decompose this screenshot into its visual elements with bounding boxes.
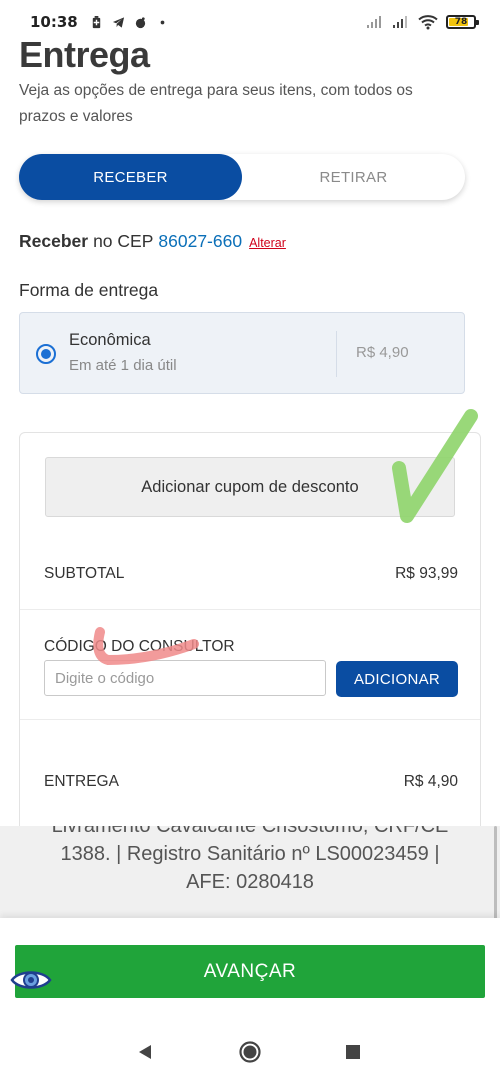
order-summary-card: Adicionar cupom de desconto SUBTOTAL R$ … <box>19 432 481 852</box>
legal-text-line: 1388. | Registro Sanitário nº LS00023459… <box>60 843 440 865</box>
shipping-option-price: R$ 4,90 <box>356 344 409 361</box>
delivery-value: R$ 4,90 <box>403 773 458 790</box>
dot-icon <box>160 20 165 24</box>
page-title: Entrega <box>19 34 150 75</box>
consultant-code-input[interactable] <box>44 660 326 696</box>
divider <box>20 719 480 720</box>
add-coupon-button[interactable]: Adicionar cupom de desconto <box>45 457 455 517</box>
change-cep-link[interactable]: Alterar <box>249 236 286 250</box>
delivery-label: ENTREGA <box>44 773 119 790</box>
shipping-radio[interactable] <box>36 344 56 364</box>
cep-code: 86027-660 <box>158 231 243 251</box>
cep-prefix: Receber <box>19 231 89 251</box>
battery-icon: 78 <box>446 15 479 29</box>
wifi-icon <box>418 15 438 30</box>
advance-button[interactable]: AVANÇAR <box>15 945 485 998</box>
subtotal-value: R$ 93,99 <box>395 565 458 582</box>
back-icon[interactable] <box>133 1040 157 1064</box>
legal-text-line: Livramento Cavalcante Crisostomo, CRF/CE <box>51 826 449 837</box>
add-consultant-button[interactable]: ADICIONAR <box>336 661 458 697</box>
consultant-code-label: CÓDIGO DO CONSULTOR <box>44 638 235 655</box>
delivery-row: ENTREGA R$ 4,90 <box>44 773 458 791</box>
delivery-mode-toggle: RECEBER RETIRAR <box>19 154 465 200</box>
subtotal-row: SUBTOTAL R$ 93,99 <box>44 565 458 583</box>
shipping-option-name: Econômica <box>69 331 151 349</box>
divider <box>336 331 337 377</box>
home-icon[interactable] <box>238 1040 262 1064</box>
status-time: 10:38 <box>30 13 78 31</box>
divider <box>20 609 480 610</box>
shipping-section-label: Forma de entrega <box>19 280 159 300</box>
system-nav-bar <box>0 1024 500 1083</box>
signal-icon <box>367 16 381 28</box>
recents-icon[interactable] <box>341 1040 365 1064</box>
shipping-option-card[interactable]: Econômica Em até 1 dia útil R$ 4,90 <box>19 312 465 394</box>
pickup-tab[interactable]: RETIRAR <box>242 154 465 200</box>
cep-line: Receber no CEP 86027-660 Alterar <box>19 231 286 252</box>
battery-plus-icon <box>92 15 100 28</box>
app-icon <box>135 16 145 28</box>
receive-tab[interactable]: RECEBER <box>19 154 242 200</box>
telegram-icon <box>112 16 124 28</box>
subtotal-label: SUBTOTAL <box>44 565 125 582</box>
legal-footer: Livramento Cavalcante Crisostomo, CRF/CE… <box>0 826 500 918</box>
cep-middle: no CEP <box>93 231 154 251</box>
bottom-action-bar: AVANÇAR <box>0 918 500 1024</box>
signal-icon <box>393 16 407 28</box>
shipping-option-eta: Em até 1 dia útil <box>69 357 177 374</box>
eye-icon[interactable] <box>10 965 52 995</box>
legal-text-line: AFE: 0280418 <box>186 871 314 893</box>
page-subtitle: Veja as opções de entrega para seus iten… <box>19 82 413 125</box>
notification-icons <box>90 15 169 29</box>
battery-level: 78 <box>454 17 468 27</box>
